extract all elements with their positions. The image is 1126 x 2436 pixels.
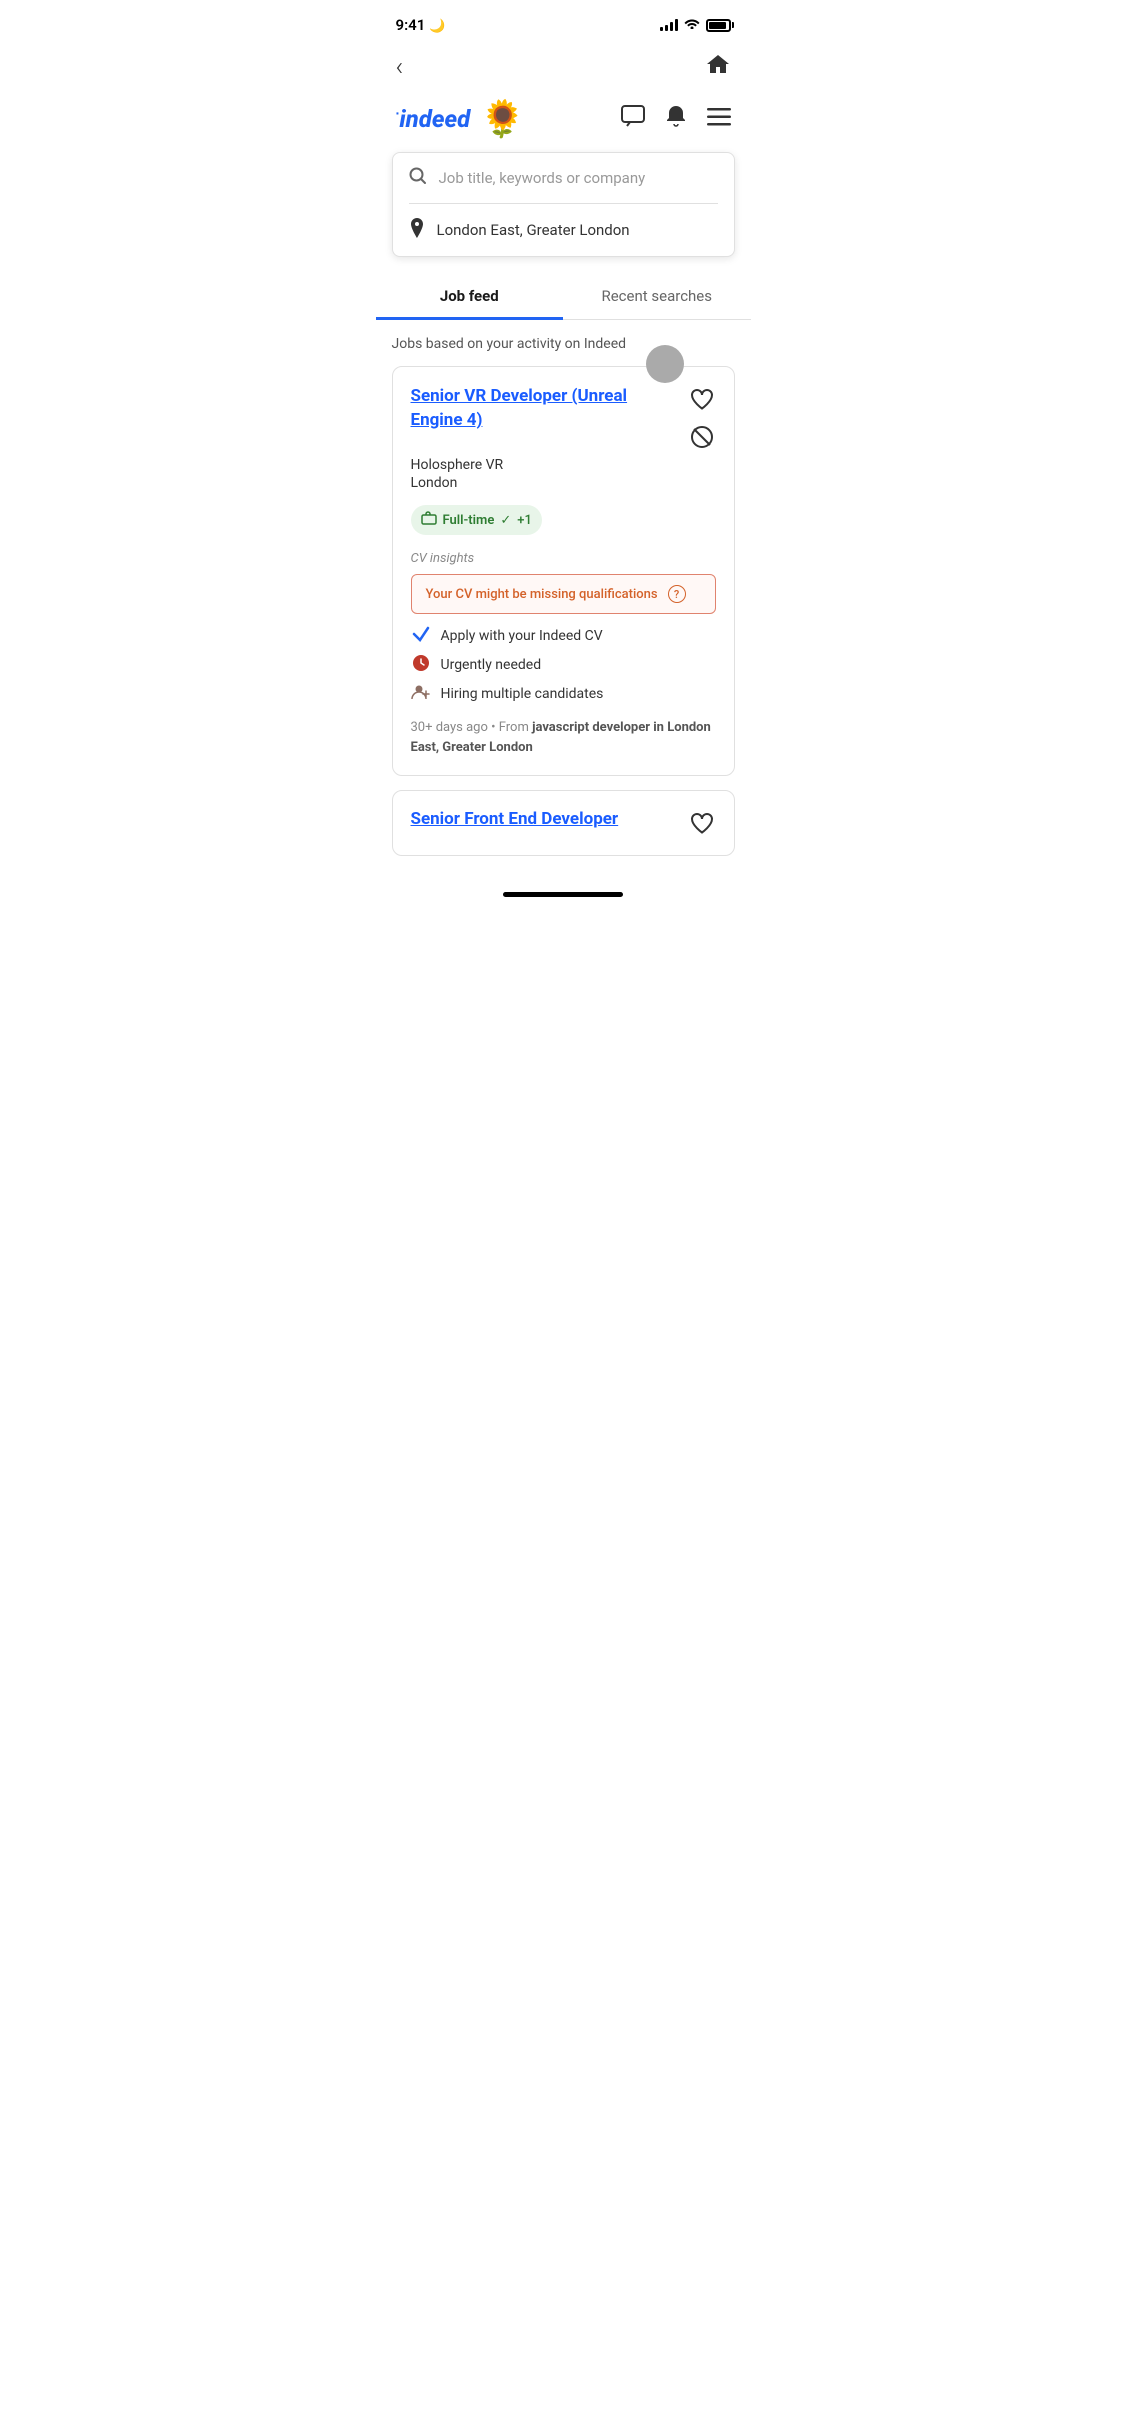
cv-insights: CV insights Your CV might be missing qua… — [411, 551, 716, 614]
feature-apply: Apply with your Indeed CV — [411, 626, 716, 646]
job-location: London — [411, 475, 716, 491]
feature-hiring: Hiring multiple candidates — [411, 684, 716, 704]
home-bar — [503, 892, 623, 897]
briefcase-icon — [421, 511, 437, 529]
job-card-header: Senior VR Developer (Unreal Engine 4) — [411, 385, 716, 451]
message-icon[interactable] — [621, 105, 645, 133]
checkmark-icon: ✓ — [500, 513, 511, 528]
save-job-button[interactable] — [688, 385, 716, 413]
cv-insights-label: CV insights — [411, 551, 716, 566]
signal-bars-icon — [660, 19, 678, 31]
wifi-icon — [684, 17, 700, 33]
main-content: Jobs based on your activity on Indeed Se… — [376, 336, 751, 856]
search-row[interactable]: Job title, keywords or company — [393, 153, 734, 203]
home-indicator — [376, 876, 751, 905]
menu-icon[interactable] — [707, 108, 731, 130]
job-tags: Full-time ✓ +1 — [411, 505, 716, 535]
hide-job-button[interactable] — [688, 423, 716, 451]
section-title: Jobs based on your activity on Indeed — [392, 336, 735, 352]
location-row[interactable]: London East, Greater London — [393, 204, 734, 256]
scroll-indicator — [646, 345, 684, 383]
job-meta: 30+ days ago • From javascript developer… — [411, 718, 716, 757]
job-tag-fulltime: Full-time ✓ +1 — [411, 505, 542, 535]
job-title[interactable]: Senior VR Developer (Unreal Engine 4) — [411, 385, 688, 433]
home-button[interactable] — [705, 52, 731, 82]
job-actions — [688, 385, 716, 451]
apply-icon — [411, 626, 431, 646]
sunflower-emoji: 🌻 — [480, 98, 525, 140]
preview-save-button[interactable] — [688, 809, 716, 837]
tab-recent-searches[interactable]: Recent searches — [563, 273, 751, 319]
search-input[interactable]: Job title, keywords or company — [439, 169, 646, 187]
search-icon — [409, 167, 427, 189]
back-button[interactable]: ‹ — [396, 52, 404, 82]
search-container: Job title, keywords or company London Ea… — [392, 152, 735, 257]
people-icon — [411, 684, 431, 704]
location-text: London East, Greater London — [437, 221, 630, 239]
battery-icon — [706, 19, 731, 32]
clock-icon — [411, 654, 431, 676]
header-left: ∙indeed 🌻 — [396, 98, 526, 140]
status-bar: 9:41 🌙 — [376, 0, 751, 44]
location-icon — [409, 218, 425, 242]
notification-icon[interactable] — [665, 104, 687, 134]
tabs: Job feed Recent searches — [376, 273, 751, 320]
feature-urgent: Urgently needed — [411, 654, 716, 676]
cv-warning-banner[interactable]: Your CV might be missing qualifications … — [411, 574, 716, 614]
company-name: Holosphere VR — [411, 457, 716, 473]
nav-bar: ‹ — [376, 44, 751, 90]
job-card: Senior VR Developer (Unreal Engine 4) Ho… — [392, 366, 735, 776]
question-icon: ? — [668, 585, 686, 603]
status-icons — [660, 17, 731, 33]
tab-job-feed[interactable]: Job feed — [376, 273, 564, 319]
status-time: 9:41 🌙 — [396, 16, 446, 34]
preview-job-title[interactable]: Senior Front End Developer — [411, 809, 619, 829]
app-header: ∙indeed 🌻 — [376, 90, 751, 152]
job-features: Apply with your Indeed CV Urgently neede… — [411, 626, 716, 704]
indeed-logo: ∙indeed — [396, 105, 471, 133]
header-icons — [621, 104, 731, 134]
job-card-preview[interactable]: Senior Front End Developer — [392, 790, 735, 856]
